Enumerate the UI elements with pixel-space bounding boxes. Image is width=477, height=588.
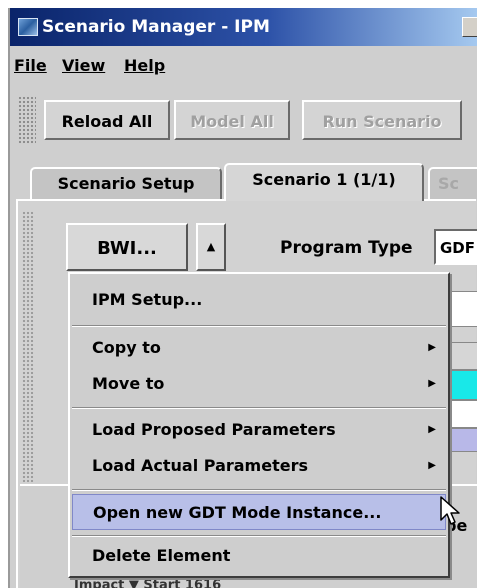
table-cell[interactable] [450, 291, 477, 327]
model-all-button[interactable]: Model All [174, 100, 290, 140]
tab-scenario-1[interactable]: Scenario 1 (1/1) [224, 163, 424, 201]
table-cell[interactable] [450, 400, 477, 428]
submenu-arrow-icon: ▶ [428, 378, 436, 389]
menu-view[interactable]: View [62, 56, 105, 75]
menu-item-copy-to[interactable]: Copy to ▶ [72, 330, 446, 366]
menu-item-load-proposed-parameters[interactable]: Load Proposed Parameters ▶ [72, 412, 446, 448]
table-cell-cyan[interactable] [450, 370, 477, 400]
mouse-pointer-icon [440, 496, 460, 525]
menu-item-open-new-gdt-mode-instance[interactable]: Open new GDT Mode Instance... [72, 494, 446, 530]
window-control-button[interactable] [462, 17, 477, 37]
reload-all-button[interactable]: Reload All [44, 100, 170, 140]
menu-separator [72, 489, 446, 491]
menu-separator [72, 407, 446, 409]
menu-separator [72, 535, 446, 537]
table-cell[interactable] [450, 342, 477, 370]
bottom-table-header: Impact ▼ Start 1616 [74, 578, 222, 588]
menu-help[interactable]: Help [124, 56, 165, 75]
element-context-menu: IPM Setup... Copy to ▶ Move to ▶ Load Pr… [68, 272, 450, 578]
window-title: Scenario Manager - IPM [42, 17, 270, 37]
menu-separator [72, 325, 446, 327]
submenu-arrow-icon: ▶ [428, 342, 436, 353]
application-window: Scenario Manager - IPM File View Help Re… [8, 8, 477, 588]
menu-item-ipm-setup[interactable]: IPM Setup... [72, 282, 446, 318]
submenu-arrow-icon: ▶ [428, 424, 436, 435]
element-button[interactable]: BWI... [66, 223, 188, 271]
run-scenario-button[interactable]: Run Scenario [302, 100, 462, 140]
app-icon [18, 18, 38, 36]
menu-file[interactable]: File [14, 56, 47, 75]
tab-scenario-setup[interactable]: Scenario Setup [30, 167, 222, 199]
program-type-select[interactable]: GDF [434, 229, 477, 265]
menu-item-delete-element[interactable]: Delete Element [72, 538, 446, 574]
arrow-up-icon: ▲ [206, 240, 216, 253]
toolbar: Reload All Model All Run Scenario [10, 88, 477, 152]
toolbar-grip-handle[interactable] [18, 96, 36, 144]
element-menu-arrow-button[interactable]: ▲ [196, 223, 226, 271]
tab-strip: Scenario Setup Scenario 1 (1/1) Sc [10, 163, 477, 201]
menu-bar: File View Help [10, 48, 477, 80]
title-bar[interactable]: Scenario Manager - IPM [10, 8, 477, 46]
menu-item-load-actual-parameters[interactable]: Load Actual Parameters ▶ [72, 448, 446, 484]
table-cell-lavender[interactable] [450, 428, 477, 452]
menu-item-move-to[interactable]: Move to ▶ [72, 366, 446, 402]
submenu-arrow-icon: ▶ [428, 460, 436, 471]
program-type-label: Program Type [280, 238, 413, 258]
tab-scenario-clipped[interactable]: Sc [428, 167, 477, 199]
